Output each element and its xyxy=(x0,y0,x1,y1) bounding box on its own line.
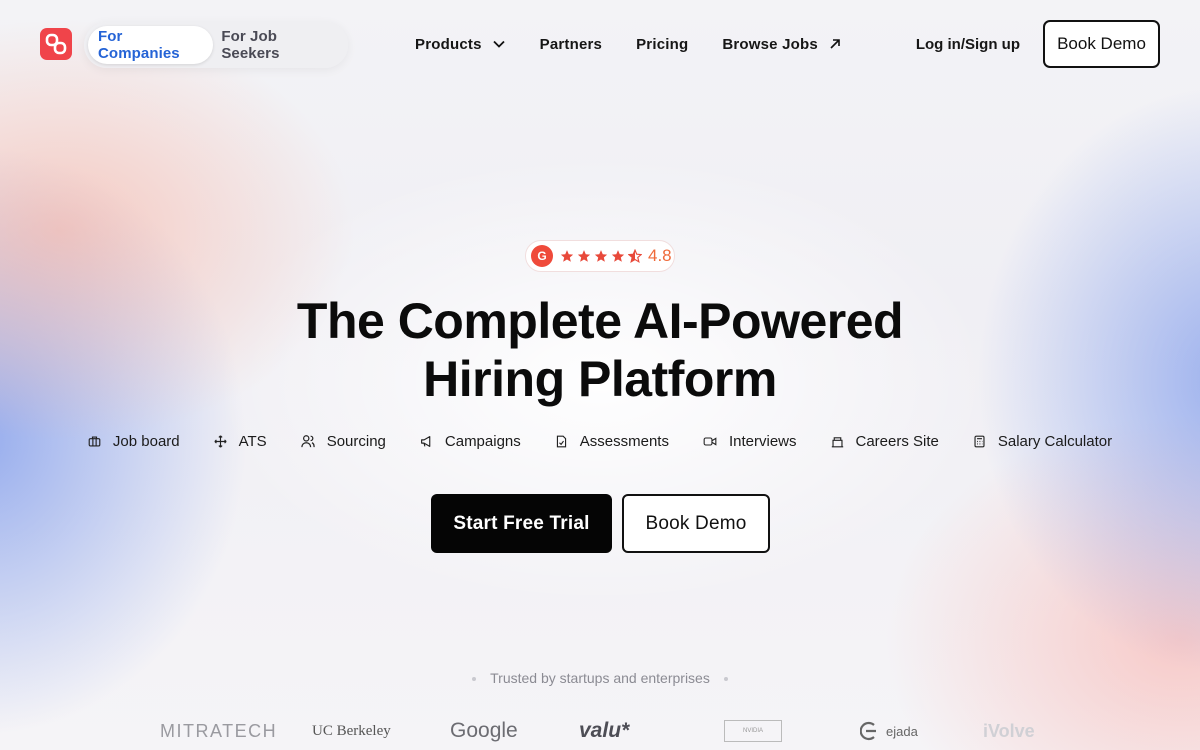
menu-products[interactable]: Products xyxy=(415,36,506,53)
menu-partners[interactable]: Partners xyxy=(540,36,602,53)
book-demo-nav-button[interactable]: Book Demo xyxy=(1043,20,1160,68)
feature-job-board[interactable]: Job board xyxy=(88,433,180,450)
g2-logo-icon: G xyxy=(531,245,553,267)
file-check-icon xyxy=(556,435,566,447)
divider-dot xyxy=(472,677,477,682)
feature-ats[interactable]: ATS xyxy=(214,433,267,450)
chevron-down-icon xyxy=(492,40,505,48)
feature-label: Assessments xyxy=(579,432,669,450)
logo-nvidia: NVIDIA xyxy=(724,720,782,742)
menu-pricing[interactable]: Pricing xyxy=(636,36,688,53)
feature-label: Job board xyxy=(112,432,180,450)
feature-label: ATS xyxy=(238,432,267,450)
feature-label: Careers Site xyxy=(855,432,939,450)
megaphone-icon xyxy=(420,435,431,447)
move-icon xyxy=(214,434,227,448)
main-menu: Products Partners Pricing Browse Jobs xyxy=(415,20,876,68)
video-icon xyxy=(703,436,717,446)
login-link[interactable]: Log in/Sign up xyxy=(916,20,1020,68)
tab-for-companies[interactable]: For Companies xyxy=(88,26,214,64)
top-nav: For Companies For Job Seekers Products P… xyxy=(40,20,1160,68)
feature-campaigns[interactable]: Campaigns xyxy=(420,433,521,450)
menu-browse-jobs[interactable]: Browse Jobs xyxy=(722,36,842,53)
customer-logos: MITRATECH UC Berkeley Google valu* NVIDI… xyxy=(0,715,1200,747)
g2-rating-badge[interactable]: G 4.8 xyxy=(525,240,675,272)
building-icon xyxy=(831,436,843,447)
brand-logo[interactable] xyxy=(40,28,72,60)
logo-ejada: ejada xyxy=(860,715,918,747)
feature-sourcing[interactable]: Sourcing xyxy=(300,432,386,450)
rating-score: 4.8 xyxy=(648,246,672,265)
feature-label: Campaigns xyxy=(444,432,521,450)
star-icon xyxy=(577,250,591,262)
trusted-by-label: Trusted by startups and enterprises xyxy=(0,670,1200,686)
logo-valu: valu* xyxy=(579,719,630,742)
hero-headline-line-1: The Complete AI-Powered xyxy=(296,293,904,349)
divider-dot xyxy=(723,677,728,682)
star-icon xyxy=(594,250,608,262)
feature-interviews[interactable]: Interviews xyxy=(703,433,797,450)
logo-mitratech: MITRATECH xyxy=(160,720,278,741)
arrow-up-right-icon xyxy=(830,39,840,49)
feature-label: Salary Calculator xyxy=(997,432,1113,450)
hero-headline: The Complete AI-Powered Hiring Platform xyxy=(200,292,1000,408)
hero-headline-line-2: Hiring Platform xyxy=(423,351,777,407)
feature-label: Sourcing xyxy=(326,432,386,450)
users-icon xyxy=(300,435,315,448)
menu-browse-jobs-label: Browse Jobs xyxy=(722,35,818,53)
logo-uc-berkeley: UC Berkeley xyxy=(312,722,391,739)
logo-google: Google xyxy=(450,719,518,742)
briefcase-icon xyxy=(88,435,101,447)
logo-ejada-text: ejada xyxy=(886,723,918,739)
menu-products-label: Products xyxy=(415,35,482,53)
feature-label: Interviews xyxy=(728,432,797,450)
calculator-icon xyxy=(974,435,985,447)
star-icon xyxy=(611,250,625,262)
feature-salary-calculator[interactable]: Salary Calculator xyxy=(973,433,1112,450)
feature-links: Job board ATS Sourcing Campaigns Assessm… xyxy=(0,428,1200,454)
tab-for-job-seekers[interactable]: For Job Seekers xyxy=(213,26,344,64)
book-demo-button[interactable]: Book Demo xyxy=(622,494,770,553)
ejada-mark-icon xyxy=(860,721,876,741)
star-half-icon xyxy=(628,249,642,263)
star-rating xyxy=(560,249,645,263)
feature-assessments[interactable]: Assessments xyxy=(555,433,669,450)
audience-switch: For Companies For Job Seekers xyxy=(84,22,348,68)
start-free-trial-button[interactable]: Start Free Trial xyxy=(431,494,612,553)
star-icon xyxy=(560,250,574,262)
logo-ivolve: iVolve xyxy=(983,720,1035,741)
feature-careers-site[interactable]: Careers Site xyxy=(831,433,939,450)
trusted-text: Trusted by startups and enterprises xyxy=(490,670,710,686)
logo-icon xyxy=(45,33,67,55)
